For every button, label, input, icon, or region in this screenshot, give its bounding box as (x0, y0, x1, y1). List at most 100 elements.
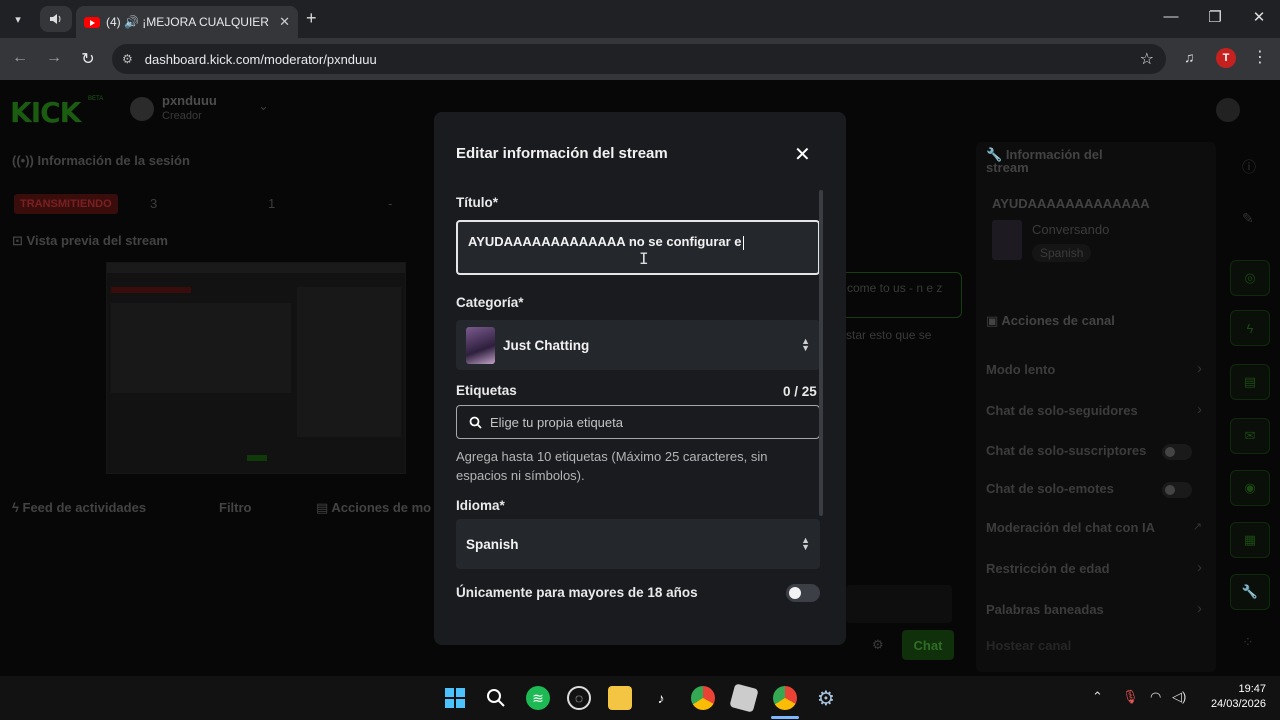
tags-label: Etiquetas (456, 383, 517, 398)
modal-title: Editar información del stream (456, 145, 668, 162)
stream-preview-video[interactable] (106, 262, 406, 474)
rail-document-button[interactable]: ▤ (1230, 364, 1270, 400)
tab-search-icon[interactable]: ▾ (6, 7, 30, 31)
chat-settings-icon[interactable]: ⚙ (872, 637, 884, 653)
tags-input[interactable]: Elige tu propia etiqueta (456, 405, 820, 439)
user-avatar[interactable] (130, 97, 154, 121)
category-value: Just Chatting (503, 337, 590, 353)
rail-chat-button[interactable]: ✉ (1230, 418, 1270, 454)
windows-taskbar: ≋ ◌ ♪ ⚙ ⌃ 🎙 ◠ ◁) 19:47 24/03/2026 (0, 676, 1280, 720)
broadcast-icon: ((•)) (12, 153, 38, 168)
search-icon[interactable] (484, 686, 508, 710)
profile-avatar[interactable]: T (1216, 48, 1236, 68)
stream-title-value: AYUDAAAAAAAAAAAAA no se configurar e (468, 234, 742, 249)
category-label: Categoría* (456, 295, 524, 310)
subscribers-only-toggle[interactable] (1162, 444, 1192, 460)
mod-actions-title: ▤ Acciones de mo (316, 500, 432, 515)
stream-preview-title: ⊡ Vista previa del stream (12, 233, 168, 248)
volume-icon[interactable]: ◁) (1172, 689, 1186, 705)
language-label: Idioma* (456, 498, 505, 513)
browser-menu-icon[interactable]: ⋮ (1252, 47, 1268, 67)
stream-title-input[interactable]: AYUDAAAAAAAAAAAAA no se configurar e (456, 220, 820, 275)
text-cursor-icon: I (639, 249, 649, 268)
chat-send-button[interactable]: Chat (902, 630, 954, 660)
rail-target-button[interactable]: ◎ (1230, 260, 1270, 296)
active-app-indicator (771, 716, 799, 719)
pencil-icon[interactable]: ✎ (1242, 210, 1254, 227)
browser-toolbar: ← → ↻ ⚙ dashboard.kick.com/moderator/pxn… (0, 38, 1280, 80)
stat-followers: 1 (268, 196, 276, 211)
bookmark-star-icon[interactable]: ☆ (1140, 49, 1154, 69)
minimize-button[interactable]: — (1156, 8, 1186, 25)
rail-video-button[interactable]: ▦ (1230, 522, 1270, 558)
adult-only-label: Únicamente para mayores de 18 años (456, 585, 698, 600)
category-thumbnail (992, 220, 1022, 260)
reload-icon[interactable]: ↻ (78, 49, 98, 69)
channel-action-followers-only[interactable]: Chat de solo-seguidores (986, 403, 1138, 418)
tray-chevron-up-icon[interactable]: ⌃ (1092, 689, 1103, 705)
emotes-only-toggle[interactable] (1162, 482, 1192, 498)
maximize-button[interactable]: ❐ (1200, 8, 1230, 26)
browser-tab-bar: ▾ (4) 🔊 ¡MEJORA CUALQUIER M ✕ + — ❐ ✕ (0, 0, 1280, 38)
audio-tab[interactable] (40, 6, 72, 32)
media-control-icon[interactable]: ♫ (1184, 49, 1195, 65)
tiktok-icon[interactable]: ♪ (649, 686, 673, 710)
close-window-button[interactable]: ✕ (1244, 8, 1274, 26)
chevron-right-icon: › (1197, 600, 1202, 617)
roblox-icon[interactable] (729, 683, 759, 713)
taskbar-clock[interactable]: 19:47 24/03/2026 (1196, 682, 1266, 712)
channel-action-ai-moderation[interactable]: Moderación del chat con IA (986, 520, 1155, 535)
microphone-icon[interactable]: 🎙 (1122, 689, 1139, 705)
url-text: dashboard.kick.com/moderator/pxnduuu (144, 51, 377, 67)
active-tab[interactable]: (4) 🔊 ¡MEJORA CUALQUIER M ✕ (76, 6, 298, 38)
adult-only-toggle[interactable] (786, 584, 820, 602)
kick-logo[interactable]: KICK (10, 96, 81, 129)
chat-input[interactable] (846, 585, 952, 623)
document-icon: ▤ (316, 500, 332, 515)
modal-scrollbar[interactable] (819, 190, 823, 516)
settings-gear-icon[interactable]: ⚙ (814, 686, 838, 710)
info-icon[interactable]: ⓘ (1242, 157, 1256, 177)
rail-bolt-button[interactable]: ϟ (1230, 310, 1270, 346)
stream-info-panel: 🔧 Información del stream AYUDAAAAAAAAAAA… (976, 142, 1216, 672)
forward-icon[interactable]: → (44, 49, 64, 67)
tags-counter: 0 / 25 (783, 384, 817, 399)
wifi-icon[interactable]: ◠ (1150, 689, 1161, 705)
channel-action-emotes-only: Chat de solo-emotes (986, 481, 1114, 496)
stream-info-language: Spanish (1032, 244, 1092, 262)
channel-action-banned-words[interactable]: Palabras baneadas (986, 602, 1104, 617)
close-icon[interactable]: ✕ (794, 142, 811, 167)
close-tab-icon[interactable]: ✕ (279, 14, 290, 30)
preview-icon: ⊡ (12, 233, 27, 248)
site-info-icon[interactable]: ⚙ (122, 52, 133, 66)
chevron-right-icon: › (1197, 401, 1202, 418)
chevron-right-icon: › (1197, 360, 1202, 377)
channel-action-age-restriction[interactable]: Restricción de edad (986, 561, 1110, 576)
channel-action-slow-mode[interactable]: Modo lento (986, 362, 1055, 377)
account-avatar[interactable] (1216, 98, 1240, 122)
rail-broadcast-button[interactable]: ◉ (1230, 470, 1270, 506)
chrome-active-icon[interactable] (773, 686, 797, 710)
category-select[interactable]: Just Chatting ▲ ▼ (456, 320, 820, 370)
drag-handle-icon[interactable]: ⁘ (1242, 634, 1254, 651)
back-icon[interactable]: ← (10, 49, 30, 67)
chevron-down-icon[interactable]: ⌄ (258, 98, 269, 114)
new-tab-button[interactable]: + (306, 8, 317, 29)
user-name[interactable]: pxnduuu (162, 93, 217, 108)
channel-action-host[interactable]: Hostear canal (986, 638, 1071, 653)
chrome-icon[interactable] (691, 686, 715, 710)
file-explorer-icon[interactable] (608, 686, 632, 710)
youtube-icon (84, 16, 100, 28)
stream-info-stream-title: AYUDAAAAAAAAAAAAA (992, 196, 1150, 211)
shield-icon: ▣ (986, 313, 1002, 328)
feed-filter-button[interactable]: Filtro (219, 500, 252, 515)
right-tool-rail: ⓘ ✎ ◎ ϟ ▤ ✉ ◉ ▦ 🔧 ⁘ (1230, 142, 1270, 672)
address-bar[interactable]: ⚙ dashboard.kick.com/moderator/pxnduuu ☆ (112, 44, 1166, 74)
language-select[interactable]: Spanish ▲ ▼ (456, 519, 820, 569)
rail-wrench-button[interactable]: 🔧 (1230, 574, 1270, 610)
category-thumbnail (466, 326, 495, 364)
windows-start-icon[interactable] (443, 686, 467, 710)
clock-time: 19:47 (1238, 683, 1266, 695)
spotify-icon[interactable]: ≋ (526, 686, 550, 710)
browser-app-icon[interactable]: ◌ (567, 686, 591, 710)
